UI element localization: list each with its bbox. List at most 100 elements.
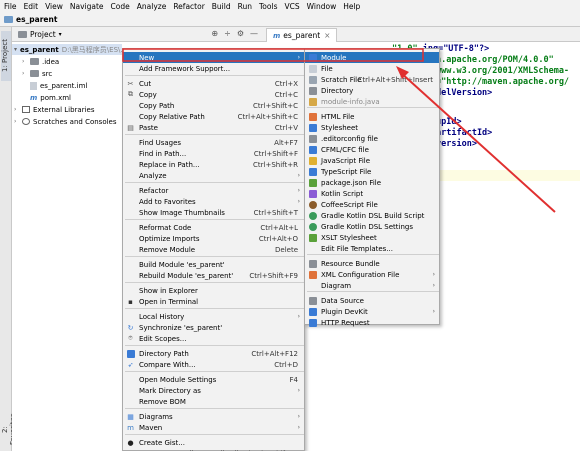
tree-item-iml[interactable]: es_parent.iml [12, 80, 87, 91]
project-panel-title[interactable]: Project [30, 30, 56, 39]
menu-refactor[interactable]: Refactor [173, 2, 204, 11]
ctx-create-gist[interactable]: ● Create Gist... [123, 437, 304, 448]
ctx-compare-with[interactable]: ➶ Compare With... Ctrl+D [123, 359, 304, 370]
ctx-remove-bom[interactable]: Remove BOM [123, 396, 304, 407]
new-gradle-kotlin-dsl-build-script[interactable]: Gradle Kotlin DSL Build Script [305, 210, 439, 221]
ctx-open-module-settings[interactable]: Open Module Settings F4 [123, 374, 304, 385]
menu-view[interactable]: View [45, 2, 63, 11]
ctx-show-in-explorer[interactable]: Show in Explorer [123, 285, 304, 296]
new-module[interactable]: Module [305, 52, 439, 63]
chevron-right-icon[interactable]: › [14, 106, 22, 113]
locate-icon[interactable]: ⊕ [211, 29, 218, 38]
menu-help[interactable]: Help [343, 2, 360, 11]
ctx-copy-path[interactable]: Copy Path Ctrl+Shift+C [123, 100, 304, 111]
chevron-right-icon[interactable]: › [22, 70, 30, 77]
ctx-add-to-favorites[interactable]: Add to Favorites › [123, 196, 304, 207]
menu-navigate[interactable]: Navigate [70, 2, 104, 11]
tree-item-root[interactable]: ▾ es_parent D:\黑马程序员\ES\... [12, 44, 127, 55]
new-module-info-java[interactable]: module-info.java [305, 96, 439, 107]
new-javascript-file[interactable]: JavaScript File [305, 155, 439, 166]
ctx-new[interactable]: New › [123, 52, 304, 63]
new-data-source[interactable]: Data Source [305, 295, 439, 306]
menu-build[interactable]: Build [212, 2, 231, 11]
new-coffeescript-file[interactable]: CoffeeScript File [305, 199, 439, 210]
ctx-edit-scopes[interactable]: ⌾ Edit Scopes... [123, 333, 304, 344]
ctx-show-image-thumbnails[interactable]: Show Image Thumbnails Ctrl+Shift+T [123, 207, 304, 218]
favorites-tool-tab[interactable]: 2: Favorites [1, 413, 17, 445]
chevron-right-icon[interactable]: › [14, 118, 22, 125]
new-diagram[interactable]: Diagram › [305, 280, 439, 291]
hide-icon[interactable]: — [250, 29, 258, 38]
menu-file[interactable]: File [4, 2, 17, 11]
menu-item-label: Remove Module [139, 245, 196, 254]
chevron-right-icon: › [297, 413, 300, 420]
new-xslt-stylesheet[interactable]: XSLT Stylesheet [305, 232, 439, 243]
editor-tab-pom[interactable]: m es_parent × [266, 28, 338, 42]
left-tool-stripe: 1: Project 2: Favorites [0, 27, 17, 451]
ctx-reformat-code[interactable]: Reformat Code Ctrl+Alt+L [123, 222, 304, 233]
tree-item-src[interactable]: › src [12, 68, 52, 79]
menu-item-label: Diagrams [139, 412, 173, 421]
new-directory[interactable]: Directory [305, 85, 439, 96]
new-file[interactable]: File [305, 63, 439, 74]
menu-run[interactable]: Run [238, 2, 252, 11]
new-xml-configuration-file[interactable]: XML Configuration File › [305, 269, 439, 280]
chevron-down-icon[interactable]: ▾ [59, 31, 62, 38]
new-stylesheet[interactable]: Stylesheet [305, 122, 439, 133]
github-icon: ● [127, 438, 134, 447]
new-kotlin-script[interactable]: Kotlin Script [305, 188, 439, 199]
menu-item-label: CoffeeScript File [321, 200, 378, 209]
ctx-add-framework-support[interactable]: Add Framework Support... [123, 63, 304, 74]
ctx-maven[interactable]: m Maven › [123, 422, 304, 433]
new-plugin-devkit[interactable]: Plugin DevKit › [305, 306, 439, 317]
ctx-diagrams[interactable]: ▦ Diagrams › [123, 411, 304, 422]
new-package-json-file[interactable]: package.json File [305, 177, 439, 188]
tree-item-pom[interactable]: m pom.xml [12, 92, 71, 103]
menu-edit[interactable]: Edit [24, 2, 39, 11]
ctx-replace-in-path[interactable]: Replace in Path... Ctrl+Shift+R [123, 159, 304, 170]
ctx-synchronize-es-parent[interactable]: ↻ Synchronize 'es_parent' [123, 322, 304, 333]
tree-item-scratches[interactable]: › Scratches and Consoles [12, 116, 117, 127]
ctx-directory-path[interactable]: Directory Path Ctrl+Alt+F12 [123, 348, 304, 359]
tree-item-external-libraries[interactable]: › External Libraries [12, 104, 95, 115]
ctx-paste[interactable]: ▤ Paste Ctrl+V [123, 122, 304, 133]
gear-icon[interactable]: ⚙ [237, 29, 244, 38]
new-http-request[interactable]: HTTP Request [305, 317, 439, 328]
ctx-rebuild-module-es-parent[interactable]: Rebuild Module 'es_parent' Ctrl+Shift+F9 [123, 270, 304, 281]
new-editorconfig-file[interactable]: .editorconfig file [305, 133, 439, 144]
ctx-find-usages[interactable]: Find Usages Alt+F7 [123, 137, 304, 148]
tree-item-idea[interactable]: › .idea [12, 56, 59, 67]
new-edit-file-templates[interactable]: Edit File Templates... [305, 243, 439, 254]
ctx-open-in-terminal[interactable]: ▪ Open in Terminal [123, 296, 304, 307]
project-tool-tab[interactable]: 1: Project [1, 31, 11, 81]
ctx-mark-directory-as[interactable]: Mark Directory as › [123, 385, 304, 396]
breadcrumb-project[interactable]: es_parent [16, 15, 57, 24]
menu-vcs[interactable]: VCS [284, 2, 299, 11]
module-icon [308, 53, 317, 62]
ctx-refactor[interactable]: Refactor › [123, 185, 304, 196]
collapse-icon[interactable]: ÷ [224, 29, 231, 38]
ctx-build-module-es-parent[interactable]: Build Module 'es_parent' [123, 259, 304, 270]
new-cfml-cfc-file[interactable]: CFML/CFC file [305, 144, 439, 155]
new-html-file[interactable]: HTML File [305, 111, 439, 122]
menu-analyze[interactable]: Analyze [137, 2, 167, 11]
chevron-right-icon[interactable]: › [22, 58, 30, 65]
close-icon[interactable]: × [324, 31, 330, 40]
ctx-remove-module[interactable]: Remove Module Delete [123, 244, 304, 255]
chevron-down-icon[interactable]: ▾ [14, 46, 17, 53]
ctx-find-in-path[interactable]: Find in Path... Ctrl+Shift+F [123, 148, 304, 159]
ctx-local-history[interactable]: Local History › [123, 311, 304, 322]
new-typescript-file[interactable]: TypeScript File [305, 166, 439, 177]
menu-tools[interactable]: Tools [259, 2, 277, 11]
cut-icon: ✂ [127, 79, 134, 88]
new-resource-bundle[interactable]: Resource Bundle [305, 258, 439, 269]
ctx-copy[interactable]: ⧉ Copy Ctrl+C [123, 89, 304, 100]
ctx-copy-relative-path[interactable]: Copy Relative Path Ctrl+Alt+Shift+C [123, 111, 304, 122]
menu-code[interactable]: Code [111, 2, 130, 11]
new-scratch-file[interactable]: Scratch File Ctrl+Alt+Shift+Insert [305, 74, 439, 85]
menu-window[interactable]: Window [307, 2, 337, 11]
ctx-optimize-imports[interactable]: Optimize Imports Ctrl+Alt+O [123, 233, 304, 244]
new-gradle-kotlin-dsl-settings[interactable]: Gradle Kotlin DSL Settings [305, 221, 439, 232]
ctx-cut[interactable]: ✂ Cut Ctrl+X [123, 78, 304, 89]
ctx-analyze[interactable]: Analyze › [123, 170, 304, 181]
